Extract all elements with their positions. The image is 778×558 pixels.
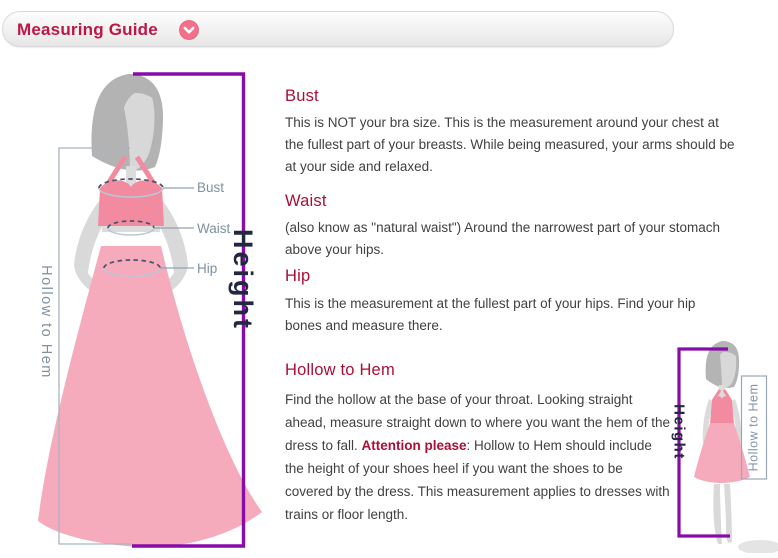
small-dress-figure-illustration bbox=[694, 341, 778, 553]
hip-section-heading: Hip bbox=[285, 267, 310, 286]
measuring-guide-header[interactable]: Measuring Guide bbox=[2, 11, 674, 47]
attention-please-label: Attention please bbox=[362, 438, 467, 453]
hollow-to-hem-vertical-label: Hollow to Hem bbox=[38, 265, 54, 379]
hollow-to-hem-section-body: Find the hollow at the base of your thro… bbox=[285, 388, 670, 526]
measuring-diagram-small: Height Hollow to Hem bbox=[660, 335, 778, 553]
waist-section-heading: Waist bbox=[285, 192, 327, 211]
small-hollow-to-hem-vertical-label: Hollow to Hem bbox=[747, 384, 761, 472]
measuring-diagram-large: Bust Waist Hip Hollow to Hem Height bbox=[30, 60, 270, 553]
bust-section-body: This is NOT your bra size. This is the m… bbox=[285, 112, 735, 178]
height-vertical-label: Height bbox=[228, 229, 258, 331]
chevron-down-icon[interactable] bbox=[179, 20, 199, 40]
hip-section-body: This is the measurement at the fullest p… bbox=[285, 293, 735, 337]
waist-label: Waist bbox=[197, 221, 230, 236]
bust-label: Bust bbox=[197, 180, 224, 195]
hip-label: Hip bbox=[197, 261, 217, 276]
hollow-to-hem-section-heading: Hollow to Hem bbox=[285, 361, 395, 380]
small-height-vertical-label: Height bbox=[671, 404, 688, 460]
page-title: Measuring Guide bbox=[17, 20, 158, 40]
waist-section-body: (also know as "natural waist") Around th… bbox=[285, 217, 735, 261]
bust-section-heading: Bust bbox=[285, 87, 319, 106]
